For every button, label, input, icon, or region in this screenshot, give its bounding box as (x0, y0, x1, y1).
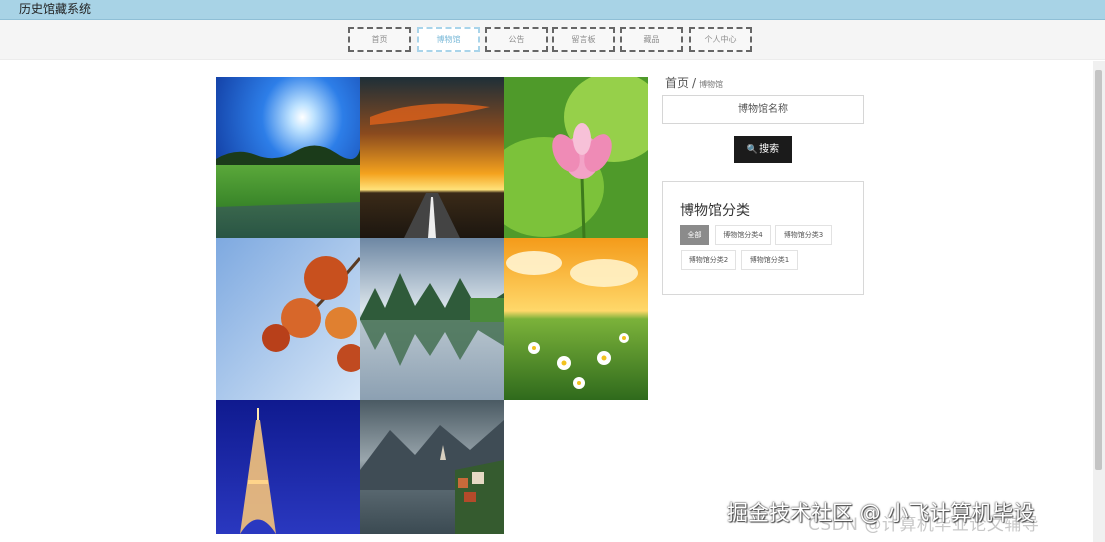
gallery-item-sunset-road[interactable] (360, 77, 504, 238)
nav-item-profile[interactable]: 个人中心 (689, 27, 752, 52)
eiffel-tower-image (216, 400, 360, 534)
lotus-flower-image (504, 77, 648, 238)
nav-item-collection[interactable]: 藏品 (620, 27, 683, 52)
category-tag-4[interactable]: 博物馆分类4 (715, 225, 771, 245)
gallery-item-eiffel-tower[interactable] (216, 400, 360, 534)
nav-item-message-board[interactable]: 留言板 (552, 27, 615, 52)
karst-lake-image (360, 238, 504, 400)
breadcrumb-home[interactable]: 首页 (665, 76, 689, 90)
breadcrumb-separator: / (692, 76, 697, 90)
sunny-field-image (216, 77, 360, 238)
breadcrumb-current: 博物馆 (699, 80, 724, 89)
nav-item-museum[interactable]: 博物馆 (417, 27, 480, 52)
gallery-item-mountain-village[interactable] (360, 400, 504, 534)
category-title: 博物馆分类 (680, 203, 750, 219)
search-button[interactable]: 🔍搜索 (734, 136, 792, 163)
search-button-label: 搜索 (759, 144, 780, 155)
sunset-road-image (360, 77, 504, 238)
autumn-maple-image (216, 238, 360, 400)
search-icon: 🔍 (746, 145, 759, 155)
juejin-watermark: 掘金技术社区 @ 小飞计算机毕设 (727, 501, 1035, 525)
gallery-item-karst-lake[interactable] (360, 238, 504, 400)
nav-bar: 首页 博物馆 公告 留言板 藏品 个人中心 (0, 20, 1105, 60)
gallery-item-lotus-flower[interactable] (504, 77, 648, 238)
category-panel: 博物馆分类 全部 博物馆分类4 博物馆分类3 博物馆分类2 博物馆分类1 (662, 181, 864, 295)
scrollbar-thumb[interactable] (1095, 70, 1102, 470)
nav-item-home[interactable]: 首页 (348, 27, 411, 52)
gallery-item-autumn-maple[interactable] (216, 238, 360, 400)
museum-name-search-input[interactable] (662, 95, 864, 124)
gallery-item-daisy-meadow[interactable] (504, 238, 648, 400)
title-bar: 历史馆藏系统 (0, 0, 1105, 20)
app-title: 历史馆藏系统 (19, 2, 92, 16)
gallery-item-sunny-field[interactable] (216, 77, 360, 238)
daisy-meadow-image (504, 238, 648, 400)
mountain-village-image (360, 400, 504, 534)
breadcrumb: 首页 / 博物馆 (665, 74, 723, 91)
category-tag-all[interactable]: 全部 (680, 225, 709, 245)
category-tag-3[interactable]: 博物馆分类3 (775, 225, 832, 245)
category-tag-1[interactable]: 博物馆分类1 (741, 250, 798, 270)
category-tag-2[interactable]: 博物馆分类2 (681, 250, 736, 270)
nav-item-notice[interactable]: 公告 (485, 27, 548, 52)
